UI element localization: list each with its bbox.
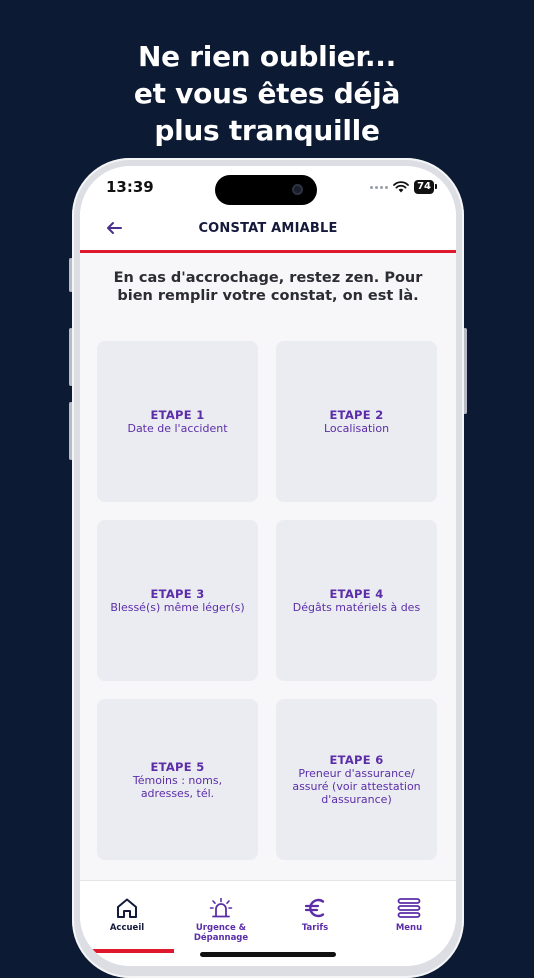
app-bar: CONSTAT AMIABLE [80, 208, 456, 253]
step-description: Dégâts matériels à des [292, 601, 421, 614]
step-card-3[interactable]: ETAPE 3 Blessé(s) même léger(s) [97, 520, 258, 681]
step-title: ETAPE 6 [329, 753, 384, 767]
step-card-2[interactable]: ETAPE 2 Localisation [276, 341, 437, 502]
step-title: ETAPE 5 [150, 759, 205, 774]
tab-label: Menu [395, 923, 423, 933]
tab-menu[interactable]: Menu [362, 881, 456, 951]
intro-text: En cas d'accrochage, restez zen. Pour bi… [113, 270, 423, 304]
headline-line-3: plus tranquille [154, 114, 380, 147]
step-card-1[interactable]: ETAPE 1 Date de l'accident [97, 341, 258, 502]
signal-icon [370, 185, 389, 189]
step-card-4[interactable]: ETAPE 4 Dégâts matériels à des [276, 520, 437, 681]
battery-icon: 74 [414, 180, 437, 194]
page-title: CONSTAT AMIABLE [198, 221, 338, 236]
menu-icon [397, 898, 421, 918]
step-title: ETAPE 3 [150, 587, 205, 601]
status-time: 13:39 [106, 178, 154, 196]
step-title: ETAPE 2 [329, 408, 384, 422]
status-indicators: 74 [370, 179, 437, 195]
step-description: Preneur d'assurance/ assuré (voir attest… [292, 767, 421, 806]
home-icon [117, 898, 137, 918]
tab-urgence-depannage[interactable]: Urgence & Dépannage [174, 881, 268, 951]
step-card-5[interactable]: ETAPE 5 Témoins : noms, adresses, tél. [97, 699, 258, 860]
euro-icon [304, 898, 325, 918]
step-description: Blessé(s) même léger(s) [110, 601, 245, 614]
headline-line-1: Ne rien oublier... [138, 40, 396, 73]
step-card-6[interactable]: ETAPE 6 Preneur d'assurance/ assuré (voi… [276, 699, 437, 860]
step-title: ETAPE 4 [329, 587, 384, 601]
tab-label: Accueil [109, 923, 145, 933]
home-indicator [200, 952, 336, 957]
headline-line-2: et vous êtes déjà [133, 77, 401, 110]
promo-headline: Ne rien oublier... et vous êtes déjà plu… [0, 38, 534, 149]
step-title: ETAPE 1 [150, 408, 205, 422]
status-bar: 13:39 74 [80, 166, 456, 208]
wifi-icon [393, 181, 409, 193]
tab-label: Urgence & Dépannage [193, 923, 249, 943]
tab-label: Tarifs [301, 923, 329, 933]
camera-icon [292, 184, 303, 195]
tab-accueil[interactable]: Accueil [80, 881, 174, 951]
siren-icon [209, 897, 233, 918]
phone-screen: 13:39 74 CONSTAT AMIABLE En cas d'accroc… [80, 166, 456, 966]
step-description: Témoins : noms, adresses, tél. [132, 773, 223, 800]
main-content[interactable]: En cas d'accrochage, restez zen. Pour bi… [80, 253, 456, 880]
step-description: Localisation [323, 422, 390, 435]
tab-tarifs[interactable]: Tarifs [268, 881, 362, 951]
dynamic-island [215, 175, 317, 205]
step-description: Date de l'accident [127, 422, 228, 435]
